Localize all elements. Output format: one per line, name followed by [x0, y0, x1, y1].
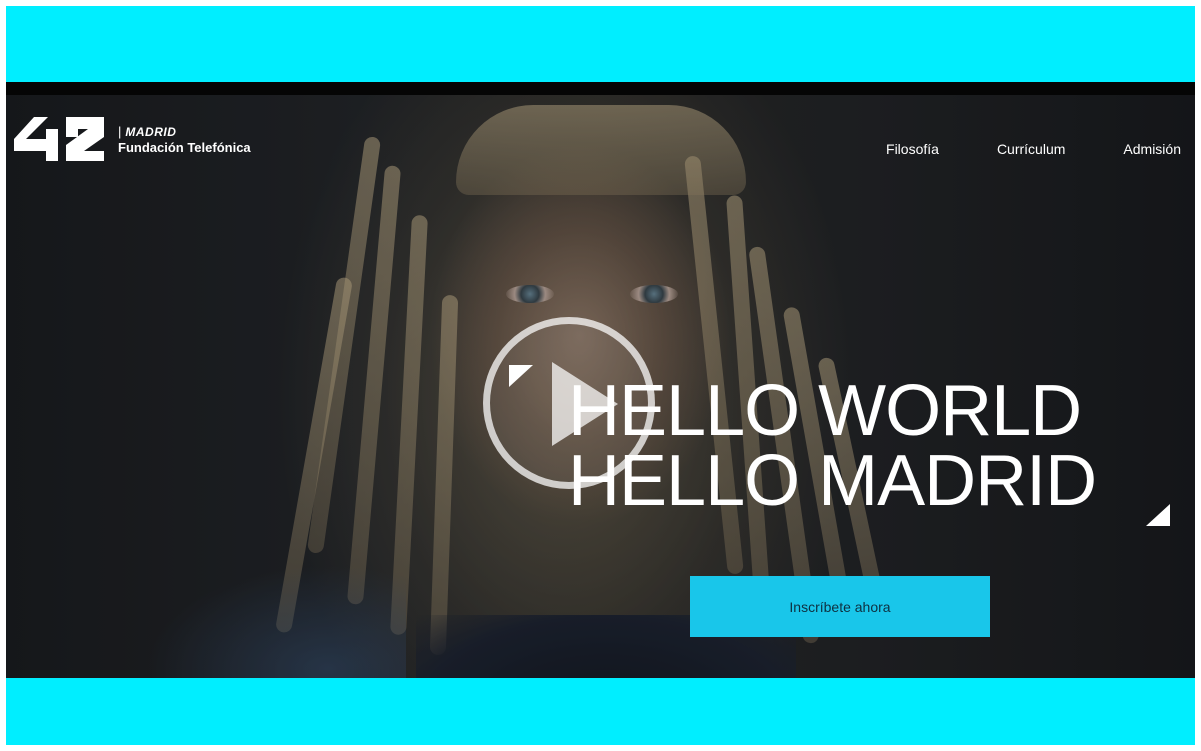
video-play-button[interactable]: [483, 317, 655, 489]
main-nav: Filosofía Currículum Admisión: [886, 141, 1181, 157]
logo-42-icon: [14, 117, 104, 161]
logo-city: MADRID: [125, 124, 177, 139]
logo-sponsor: Fundación Telefónica: [118, 139, 251, 155]
signup-button[interactable]: Inscríbete ahora: [690, 576, 990, 637]
logo-text: | MADRID Fundación Telefónica: [118, 124, 251, 155]
video-frame: | MADRID Fundación Telefónica Filosofía C…: [6, 6, 1195, 745]
nav-item-admision[interactable]: Admisión: [1123, 141, 1181, 157]
headline-line-2: HELLO MADRID: [568, 441, 1097, 521]
hero-section: | MADRID Fundación Telefónica Filosofía C…: [6, 95, 1195, 678]
site-logo[interactable]: | MADRID Fundación Telefónica: [12, 115, 251, 163]
nav-item-filosofia[interactable]: Filosofía: [886, 141, 939, 157]
logo-separator: |: [118, 123, 122, 139]
play-icon: [552, 362, 618, 446]
top-black-strip: [6, 82, 1195, 95]
corner-triangle-icon: [1146, 504, 1170, 526]
nav-item-curriculum[interactable]: Currículum: [997, 141, 1065, 157]
